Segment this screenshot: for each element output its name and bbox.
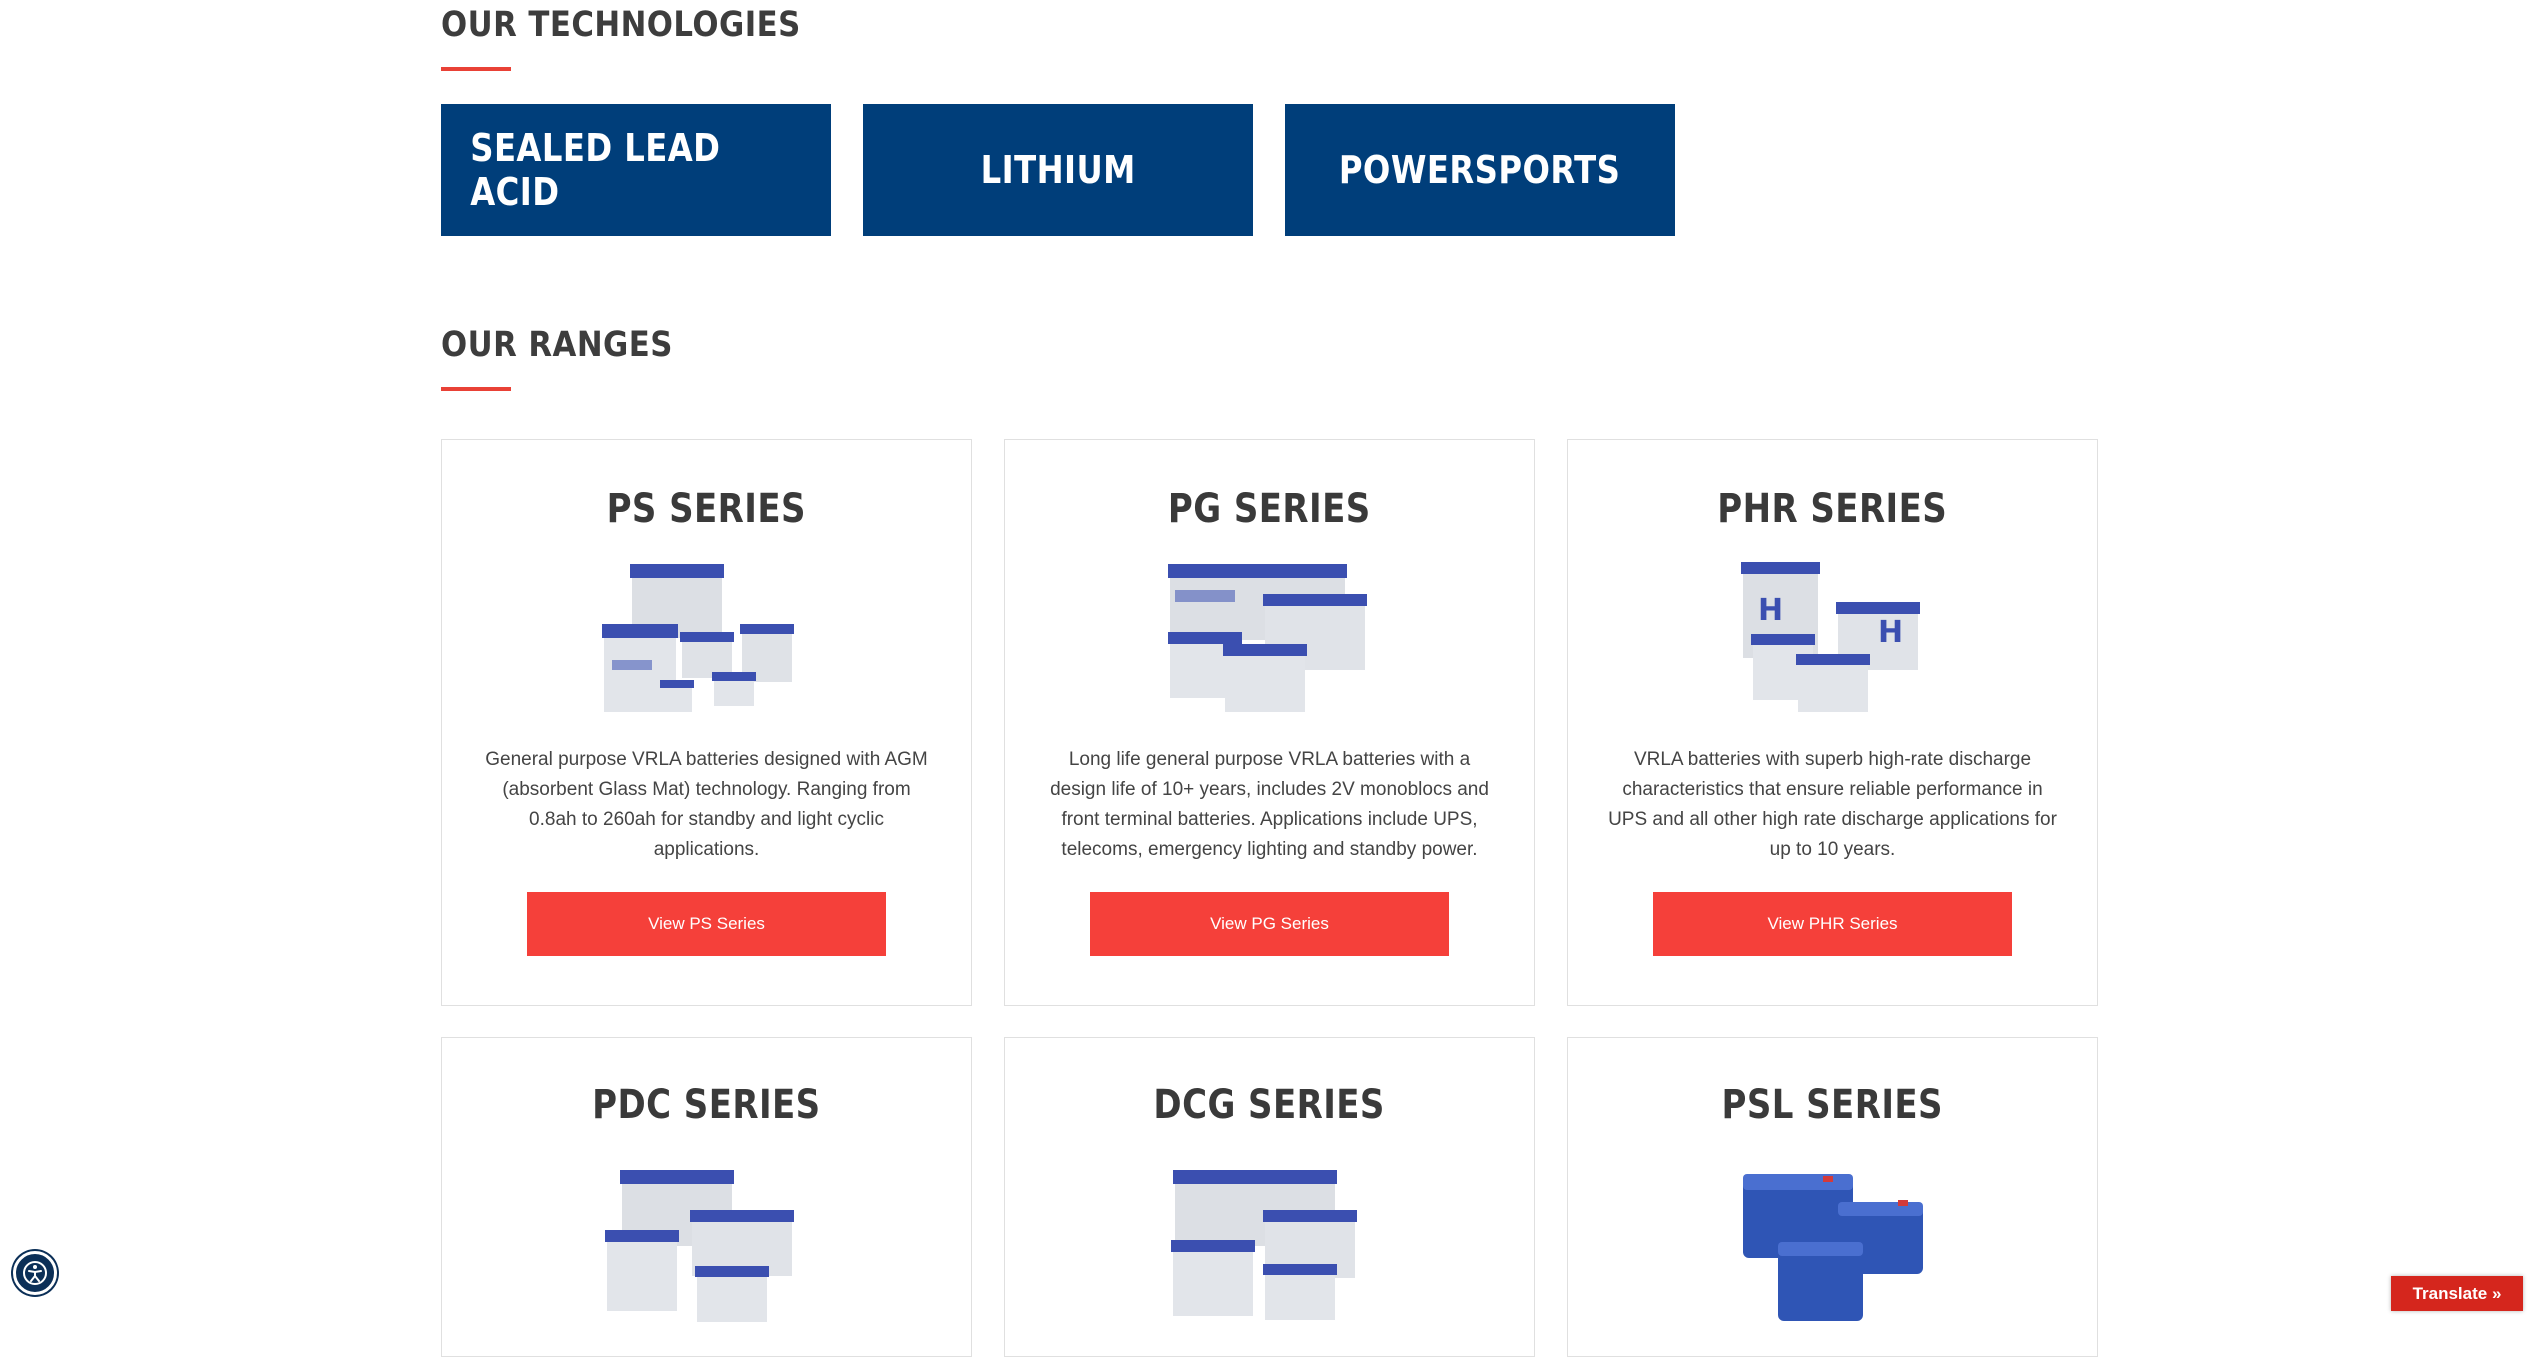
range-card-pg: PG SERIES Long life general purpose VRLA…	[1004, 439, 1535, 1006]
pdc-series-battery-image	[605, 1170, 794, 1322]
card-title: PSL SERIES	[1721, 1082, 1944, 1128]
range-card-pdc: PDC SERIES	[441, 1037, 972, 1357]
card-title: PS SERIES	[606, 486, 807, 532]
card-description: Long life general purpose VRLA batteries…	[1050, 749, 1489, 860]
range-card-ps: PS SERIES General purpose VRLA batteries…	[441, 439, 972, 1006]
dcg-series-battery-image	[1171, 1170, 1357, 1320]
technology-tiles: SEALED LEAD ACID LITHIUM POWERSPORTS	[441, 104, 1676, 236]
tile-lithium[interactable]: LITHIUM	[863, 104, 1253, 236]
phr-series-battery-image: H H	[1741, 562, 1920, 712]
card-title: DCG SERIES	[1153, 1082, 1386, 1128]
psl-series-battery-image	[1743, 1174, 1923, 1321]
tile-label: SEALED LEAD ACID	[470, 126, 721, 214]
card-title: PDC SERIES	[592, 1082, 821, 1128]
svg-text:H: H	[1878, 615, 1903, 650]
tile-label: POWERSPORTS	[1339, 148, 1621, 192]
range-card-dcg: DCG SERIES	[1004, 1037, 1535, 1357]
card-title: PG SERIES	[1168, 486, 1371, 532]
range-card-phr: PHR SERIES H H VRLA batteries with super…	[1567, 439, 2098, 1006]
technologies-heading: OUR TECHNOLOGIES	[441, 5, 801, 45]
accessibility-button[interactable]	[13, 1251, 57, 1295]
accessibility-icon	[23, 1261, 47, 1285]
tile-label: LITHIUM	[980, 148, 1136, 192]
ranges-underline	[441, 387, 511, 391]
view-ps-series-button[interactable]: View PS Series	[527, 892, 886, 956]
card-description: General purpose VRLA batteries designed …	[485, 749, 928, 860]
tile-sealed-lead-acid[interactable]: SEALED LEAD ACID	[441, 104, 831, 236]
card-description: VRLA batteries with superb high-rate dis…	[1608, 749, 2057, 860]
range-card-psl: PSL SERIES	[1567, 1037, 2098, 1357]
pg-series-battery-image	[1168, 564, 1367, 712]
card-title: PHR SERIES	[1717, 486, 1948, 532]
translate-button[interactable]: Translate »	[2391, 1276, 2523, 1311]
view-phr-series-button[interactable]: View PHR Series	[1653, 892, 2012, 956]
tile-powersports[interactable]: POWERSPORTS	[1285, 104, 1675, 236]
ps-series-battery-image	[602, 564, 794, 712]
svg-text:H: H	[1758, 593, 1783, 628]
technologies-underline	[441, 67, 511, 71]
ranges-heading: OUR RANGES	[441, 325, 673, 365]
view-pg-series-button[interactable]: View PG Series	[1090, 892, 1449, 956]
